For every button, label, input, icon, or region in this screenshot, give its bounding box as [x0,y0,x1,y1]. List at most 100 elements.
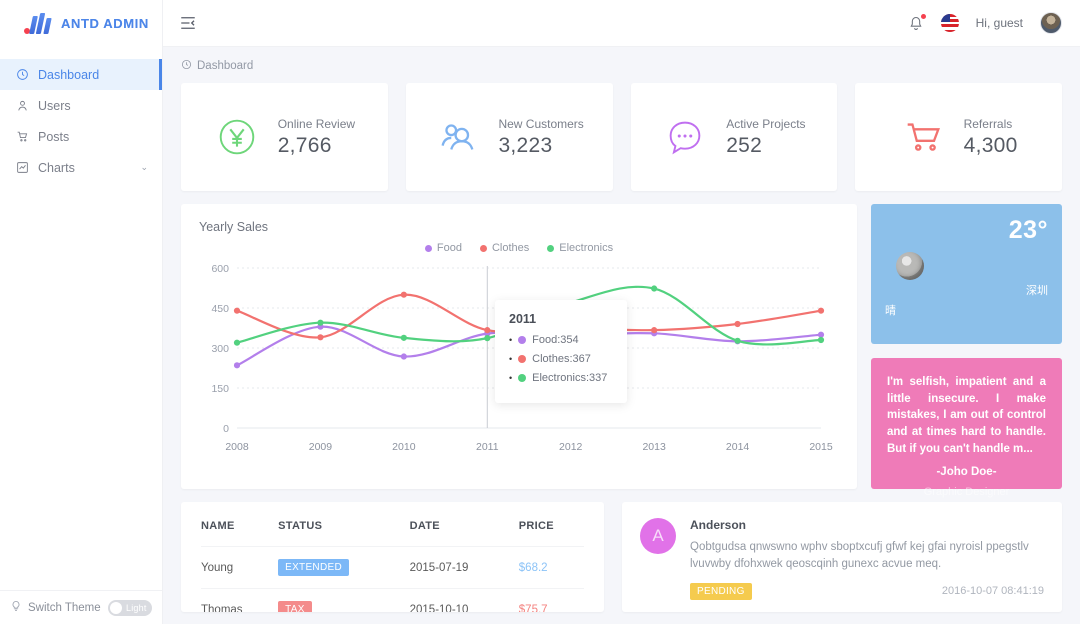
legend-item-electronics[interactable]: Electronics [547,242,613,254]
legend-label: Clothes [491,242,530,254]
data-point[interactable] [734,320,741,328]
tooltip-row: • Electronics:337 [509,372,615,384]
data-point[interactable] [233,362,241,369]
quote-text: I'm selfish, impatient and a little inse… [887,376,1046,455]
data-point[interactable] [484,335,491,342]
y-axis-tick: 0 [223,423,229,435]
data-point[interactable] [317,334,324,341]
theme-toggle[interactable]: Light [108,599,152,616]
comment-author: Anderson [690,518,747,532]
weather-condition: 晴 [885,305,896,317]
data-point[interactable] [651,327,658,334]
tooltip-label: Electronics:337 [532,372,608,384]
area-chart-icon [16,161,29,174]
y-axis-tick: 450 [211,303,229,315]
notification-dot [920,13,926,19]
top-bar: Hi, guest [163,0,1080,47]
menu-fold-icon[interactable] [179,14,197,32]
table-row[interactable]: Young EXTENDED 2015-07-19 $68.2 [201,546,584,589]
cell-name: Young [201,546,279,589]
data-point[interactable] [400,353,407,360]
logo-mark-icon [24,12,54,35]
x-axis-tick: 2010 [392,441,416,453]
stat-title: Active Projects [726,116,806,131]
avatar[interactable] [1040,12,1062,34]
legend-color-dot [424,244,432,252]
data-point[interactable] [817,336,825,344]
theme-switcher[interactable]: Switch Theme Light [0,590,162,624]
brand-name: ANTD ADMIN [61,16,149,31]
chart-plot: 0 150 300 450 600 2008 2009 2010 2011 2012 2013 201… [199,258,839,458]
stat-card-online-review[interactable]: Online Review 2,766 [181,83,388,191]
x-axis-tick: 2013 [642,441,666,453]
stat-value: 252 [726,133,763,157]
legend-item-food[interactable]: Food [424,242,462,254]
data-point[interactable] [484,327,491,334]
stat-card-active-projects[interactable]: Active Projects 252 [630,83,838,191]
user-icon [16,99,29,112]
sidebar-item-posts[interactable]: Posts [0,121,162,152]
yearly-sales-chart-card: Yearly Sales Food Clothes Electronics 0 150… [181,204,857,489]
cell-date: 2015-07-19 [409,546,519,589]
cell-status: TAX [278,588,410,612]
tooltip-title: 2011 [509,312,537,326]
data-point[interactable] [817,307,825,314]
weather-temperature: 23° [1008,216,1048,244]
status-badge: TAX [278,601,312,612]
main-area: Hi, guest Dashboard Online Review 2,766 … [163,0,1080,624]
y-axis-tick: 150 [211,383,229,395]
data-point[interactable] [817,331,825,338]
theme-switch-label: Switch Theme [28,601,101,614]
table-row[interactable]: Thomas TAX 2015-10-10 $75.7 [201,588,584,612]
table-column-header: PRICE [518,520,554,532]
bullet-icon: • [509,335,513,345]
stat-value: 3,223 [498,133,553,157]
data-point[interactable] [233,307,241,314]
greeting-label: Hi, guest [975,16,1023,30]
stat-card-new-customers[interactable]: New Customers 3,223 [405,83,613,191]
shopping-cart-icon [900,114,946,160]
moon-icon [896,252,924,280]
chart-legend: Food Clothes Electronics [199,242,839,254]
data-point[interactable] [734,337,741,344]
app-root: ANTD ADMIN Dashboard Users Posts Charts … [0,0,1080,624]
tooltip-label: Clothes:367 [532,353,591,365]
theme-state-label: Light [126,602,147,613]
cart-icon [16,130,29,143]
table-column-header: NAME [201,520,235,532]
sidebar-item-users[interactable]: Users [0,90,162,121]
message-dots-icon [662,114,708,160]
table-column-header: STATUS [278,520,323,532]
sidebar-item-dashboard[interactable]: Dashboard [0,59,162,90]
brand-logo[interactable]: ANTD ADMIN [0,0,162,47]
legend-item-clothes[interactable]: Clothes [479,242,530,254]
data-point[interactable] [317,319,324,326]
sidebar-item-charts[interactable]: Charts ⌄ [0,152,162,183]
weather-city: 深圳 [1026,285,1048,297]
x-axis-tick: 2014 [726,441,750,453]
sidebar-item-label: Users [38,98,71,113]
data-point[interactable] [233,339,241,346]
x-axis-tick: 2011 [476,441,499,453]
us-flag-icon[interactable] [940,14,959,32]
cell-date: 2015-10-10 [409,588,519,612]
x-axis-tick: 2009 [309,441,333,453]
data-point[interactable] [651,285,658,292]
bullet-icon: • [509,373,513,383]
comments-card: A Anderson Qobtgudsa qnwswno wphv sboptx… [622,502,1062,612]
stat-title: Online Review [277,116,356,131]
data-point[interactable] [400,291,407,298]
series-color-dot [518,336,527,344]
clock-icon [181,59,192,73]
quote-author: -Joho Doe- [936,466,997,479]
table-body: Young EXTENDED 2015-07-19 $68.2 Thomas TAX 201… [201,546,584,612]
series-color-dot [518,355,527,363]
tooltip-label: Food:354 [532,334,579,346]
stat-value: 2,766 [277,133,332,157]
stat-card-referrals[interactable]: Referrals 4,300 [855,83,1062,191]
data-point[interactable] [400,334,407,341]
people-icon [434,114,480,160]
bullet-icon: • [509,354,513,364]
status-badge: EXTENDED [278,559,349,576]
bell-icon[interactable] [908,13,926,32]
